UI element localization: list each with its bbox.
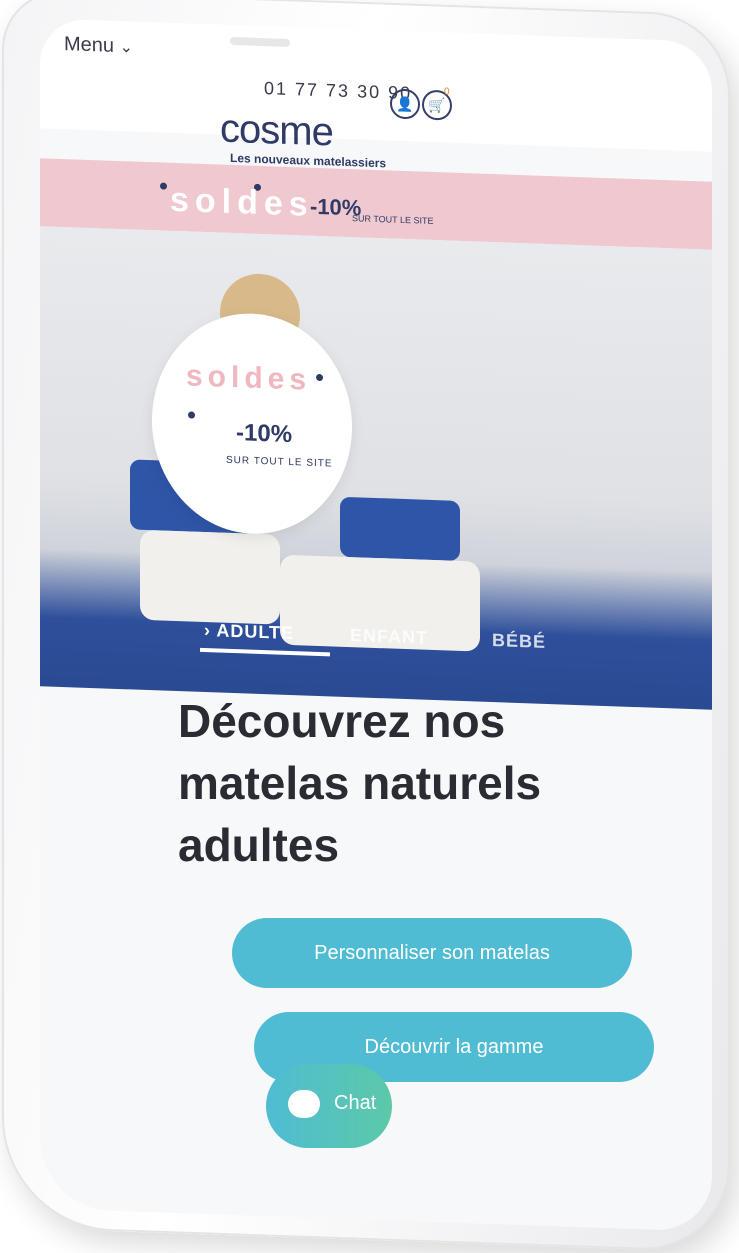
chevron-down-icon: ⌄ — [119, 39, 133, 57]
page-title: Découvrez nos matelas naturels adultes — [178, 695, 542, 871]
user-icon[interactable]: 👤 — [390, 88, 420, 120]
menu-button[interactable]: Menu ⌄ — [64, 33, 133, 58]
chat-bubble-icon — [288, 1090, 320, 1118]
chat-button[interactable]: Chat — [266, 1064, 392, 1148]
hero-image: soldes -10% SUR TOUT LE SITE › ADULTE EN… — [40, 226, 712, 710]
menu-label: Menu — [64, 33, 115, 57]
active-tab-indicator — [200, 647, 330, 657]
decor-dot — [316, 373, 323, 382]
tab-bebe[interactable]: BÉBÉ — [492, 630, 546, 653]
tab-enfant[interactable]: ENFANT — [350, 625, 428, 649]
banner-subtitle: SUR TOUT LE SITE — [352, 213, 434, 227]
tab-adulte[interactable]: › ADULTE — [204, 620, 294, 644]
decor-dot — [160, 182, 167, 190]
top-bar: Menu ⌄ 01 77 73 30 90 👤 🛒 0 cosme Les no… — [40, 18, 712, 170]
cart-count-badge: 0 — [444, 86, 450, 98]
category-tabs: › ADULTE ENFANT BÉBÉ — [40, 602, 712, 675]
chat-label: Chat — [334, 1092, 377, 1114]
banner-soldes-text: soldes — [170, 180, 314, 224]
customize-mattress-button[interactable]: Personnaliser son matelas — [232, 918, 632, 988]
logo[interactable]: cosme — [220, 107, 333, 156]
pillow-blue — [340, 496, 460, 561]
sale-badge-soldes: soldes — [186, 359, 312, 397]
decor-dot — [188, 411, 195, 419]
sale-badge-discount: -10% — [236, 419, 293, 449]
